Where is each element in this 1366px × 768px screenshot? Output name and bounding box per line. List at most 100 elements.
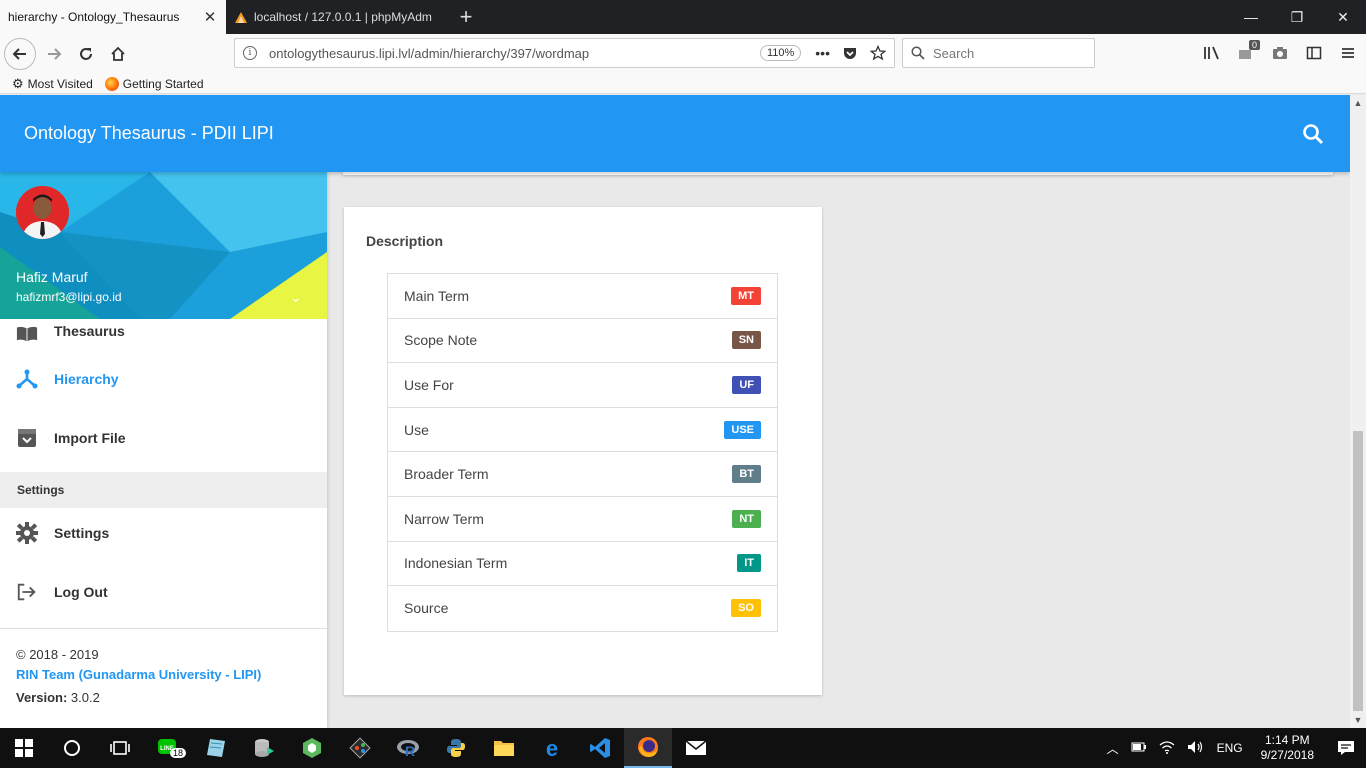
badge: MT (731, 286, 761, 305)
web-page: Ontology Thesaurus - PDII LIPI Hafiz Mar… (0, 95, 1350, 728)
forward-button[interactable] (38, 38, 70, 70)
taskbar-app-python[interactable] (432, 728, 480, 768)
reader-view-button[interactable] (1300, 38, 1328, 68)
firefox-icon (638, 737, 658, 757)
input-language[interactable]: ENG (1211, 741, 1249, 755)
sidebar-item-settings[interactable]: Settings (0, 504, 327, 562)
wifi-icon[interactable] (1153, 740, 1181, 757)
taskbar-file-explorer[interactable] (480, 728, 528, 768)
scrollbar-thumb[interactable] (1353, 431, 1363, 711)
screenshot-button[interactable] (1266, 38, 1294, 68)
list-item: Source SO (388, 586, 777, 631)
restore-button[interactable]: ❐ (1274, 0, 1320, 34)
reload-button[interactable] (70, 38, 102, 70)
toolbar-icons: 0 (1198, 38, 1362, 68)
version-label: Version: (16, 690, 68, 705)
browser-search-input[interactable]: Search (902, 38, 1095, 68)
app-title[interactable]: Ontology Thesaurus - PDII LIPI (24, 123, 274, 144)
phpmyadmin-favicon-icon (235, 12, 247, 23)
windows-logo-icon (15, 739, 33, 757)
svg-text:e: e (546, 737, 558, 759)
badge: USE (724, 420, 761, 439)
chevron-up-icon[interactable]: ︿ (1101, 740, 1125, 757)
library-button[interactable] (1198, 38, 1226, 68)
taskbar-mail[interactable] (672, 728, 720, 768)
task-view-button[interactable] (96, 728, 144, 768)
clock-date: 9/27/2018 (1260, 748, 1314, 762)
sidebar-item-thesaurus[interactable]: Thesaurus (0, 296, 327, 354)
sidebar-item-hierarchy[interactable]: Hierarchy (0, 350, 327, 408)
menu-button[interactable] (1334, 38, 1362, 68)
camera-icon (1273, 47, 1287, 59)
bookmark-star-icon[interactable] (870, 45, 886, 61)
system-tray: ︿ ENG 1:14 PM 9/27/2018 (1101, 728, 1366, 768)
sidebar-item-label: Import File (54, 430, 126, 446)
cortana-button[interactable] (48, 728, 96, 768)
browser-tab-bar: hierarchy - Ontology_Thesaurus ✕ localho… (0, 0, 1366, 34)
list-item: Narrow Term NT (388, 497, 777, 542)
tab-title: localhost / 127.0.0.1 | phpMyAdm (254, 10, 432, 24)
more-actions-icon[interactable]: ••• (815, 45, 830, 61)
logout-icon (16, 581, 38, 603)
minimize-button[interactable]: — (1228, 0, 1274, 34)
sidebar-item-label: Hierarchy (54, 371, 119, 387)
taskbar-line-app[interactable]: LINE 18 (144, 728, 192, 768)
volume-icon[interactable] (1181, 740, 1211, 757)
new-tab-button[interactable]: + (446, 0, 486, 34)
legal-footer: © 2018 - 2019 RIN Team (Gunadarma Univer… (0, 628, 327, 723)
taskbar-app-notes[interactable] (192, 728, 240, 768)
sidebar-item-import-file[interactable]: Import File (0, 409, 327, 467)
search-icon[interactable] (1302, 123, 1324, 145)
app-bar: Ontology Thesaurus - PDII LIPI (0, 95, 1350, 172)
tab-title: hierarchy - Ontology_Thesaurus (8, 10, 180, 24)
search-placeholder: Search (933, 45, 975, 61)
badge: BT (732, 465, 761, 484)
taskbar-firefox[interactable] (624, 728, 672, 768)
system-clock[interactable]: 1:14 PM 9/27/2018 (1249, 733, 1326, 763)
page-scrollbar[interactable]: ▲ ▼ (1350, 95, 1366, 728)
list-item-label: Main Term (404, 287, 470, 304)
taskbar-app-neo[interactable] (288, 728, 336, 768)
list-item-label: Source (404, 600, 449, 617)
scroll-down-arrow-icon[interactable]: ▼ (1350, 712, 1366, 728)
search-icon (911, 46, 925, 60)
windows-taskbar: LINE 18 R e ︿ ENG 1:14 PM 9/27/2018 (0, 728, 1366, 768)
svg-text:R: R (405, 743, 415, 759)
bookmark-label: Getting Started (122, 76, 204, 91)
home-button[interactable] (102, 38, 134, 70)
bookmark-getting-started[interactable]: Getting Started (104, 76, 204, 91)
scroll-up-arrow-icon[interactable]: ▲ (1350, 95, 1366, 111)
avatar[interactable] (16, 186, 69, 239)
sync-button[interactable]: 0 (1232, 38, 1260, 68)
bookmark-most-visited[interactable]: ⚙ Most Visited (12, 76, 93, 92)
close-window-button[interactable]: ✕ (1320, 0, 1366, 34)
start-button[interactable] (0, 728, 48, 768)
sidebar-item-log-out[interactable]: Log Out (0, 563, 327, 621)
team-link[interactable]: RIN Team (Gunadarma University - LIPI) (16, 667, 311, 682)
taskbar-app-r[interactable]: R (384, 728, 432, 768)
back-button[interactable] (4, 38, 36, 70)
taskbar-edge[interactable]: e (528, 728, 576, 768)
close-tab-icon[interactable]: ✕ (202, 8, 218, 26)
gitkraken-icon (349, 737, 371, 759)
taskbar-vscode[interactable] (576, 728, 624, 768)
browser-tab-active[interactable]: hierarchy - Ontology_Thesaurus ✕ (0, 0, 226, 34)
bookmarks-bar: ⚙ Most Visited Getting Started (0, 74, 1366, 94)
pocket-icon[interactable] (842, 45, 858, 61)
book-icon (16, 323, 38, 345)
url-bar[interactable]: i ontologythesaurus.lipi.lvl/admin/hiera… (234, 38, 895, 68)
browser-tab-phpmyadmin[interactable]: localhost / 127.0.0.1 | phpMyAdm (226, 0, 446, 34)
badge: NT (732, 509, 761, 528)
info-icon[interactable]: i (243, 46, 257, 60)
taskbar-app-git[interactable] (336, 728, 384, 768)
version-text: Version: 3.0.2 (16, 690, 311, 705)
taskbar-app-database[interactable] (240, 728, 288, 768)
notes-icon (207, 739, 225, 757)
url-text[interactable]: ontologythesaurus.lipi.lvl/admin/hierarc… (269, 46, 760, 61)
battery-icon[interactable] (1125, 741, 1153, 756)
action-center-button[interactable] (1326, 728, 1366, 768)
user-name: Hafiz Maruf (16, 269, 88, 285)
zoom-level[interactable]: 110% (759, 45, 802, 61)
sync-badge: 0 (1248, 40, 1260, 50)
list-item-label: Narrow Term (404, 510, 484, 527)
